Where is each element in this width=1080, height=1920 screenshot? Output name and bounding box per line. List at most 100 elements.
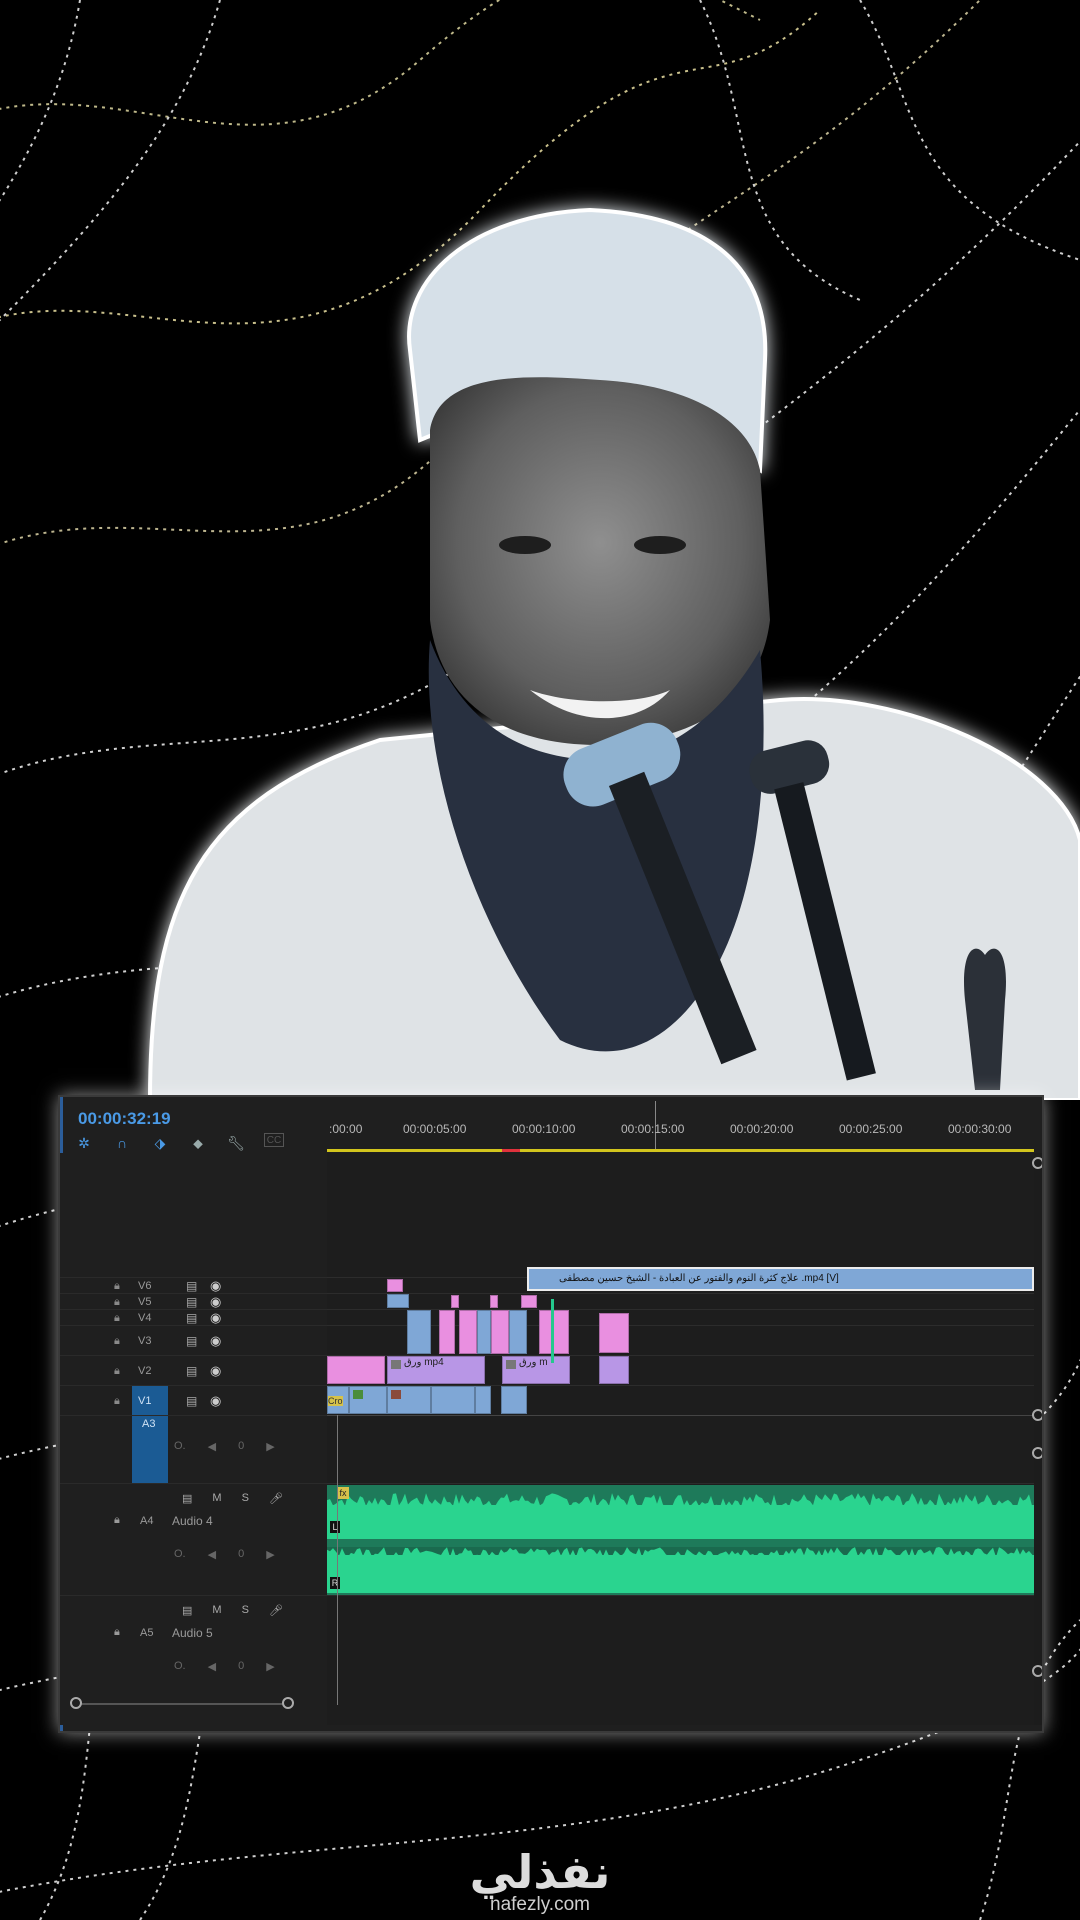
volume-controls[interactable]: O. ◀ 0 ▶ [174,1660,275,1673]
volume-keyframe-icon[interactable]: O. [174,1548,186,1561]
lock-icon[interactable]: 🔒︎ [114,1626,120,1639]
clip-label: ورق mp4 [404,1357,444,1368]
snap-magnet-icon[interactable]: ∩ [112,1133,132,1153]
main-video-clip[interactable]: علاج كثرة النوم والفتور عن العبادة - الش… [527,1267,1034,1291]
eye-icon[interactable]: ◉ [210,1363,221,1379]
video-clip[interactable] [475,1386,491,1414]
captions-icon[interactable]: CC [264,1133,284,1147]
sync-lock-icon[interactable]: ▤ [186,1279,197,1293]
video-clip[interactable] [327,1356,385,1384]
lock-icon[interactable]: 🔒︎ [114,1395,120,1408]
video-clip[interactable]: ورق mp4 [387,1356,485,1384]
eye-icon[interactable]: ◉ [210,1310,221,1326]
horizontal-zoom-scrollbar[interactable] [74,1703,288,1705]
lock-icon[interactable]: 🔒︎ [114,1335,120,1348]
video-clip[interactable] [451,1295,459,1308]
linked-selection-icon[interactable]: ⬗ [150,1133,170,1153]
video-clip[interactable] [599,1356,629,1384]
zoom-knob-right[interactable] [282,1697,294,1709]
track-name: V5 [138,1296,152,1308]
video-clip[interactable] [509,1310,527,1354]
solo-button[interactable]: S [242,1492,249,1505]
video-clip[interactable] [407,1310,431,1354]
lock-icon[interactable]: 🔒︎ [114,1280,120,1293]
clip-label: علاج كثرة النوم والفتور عن العبادة - الش… [559,1273,839,1284]
previous-keyframe-icon[interactable]: ◀ [208,1548,216,1561]
audio-clip-a4[interactable]: fx L R [327,1485,1034,1595]
sync-lock-icon[interactable]: ▤ [186,1394,197,1408]
next-keyframe-icon[interactable]: ▶ [266,1660,274,1673]
sync-lock-icon[interactable]: ▤ [186,1334,197,1348]
video-clip[interactable] [387,1279,403,1292]
track-label[interactable]: Audio 5 [172,1626,213,1640]
track-header-v4[interactable]: 🔒︎ V4 ▤ ◉ [60,1309,327,1326]
video-clip[interactable] [490,1295,498,1308]
audio-clip-marker[interactable] [551,1299,554,1363]
video-clip[interactable]: ورق m [502,1356,570,1384]
scroll-knob[interactable] [1032,1157,1042,1169]
nest-sequence-icon[interactable]: ✲ [74,1133,94,1153]
scroll-knob[interactable] [1032,1447,1042,1459]
sync-lock-icon[interactable]: ▤ [186,1364,197,1378]
sync-lock-icon[interactable]: ▤ [186,1295,197,1309]
zoom-knob-left[interactable] [70,1697,82,1709]
track-header-v3[interactable]: 🔒︎ V3 ▤ ◉ [60,1325,327,1356]
video-clip[interactable] [501,1386,527,1414]
video-clip[interactable] [521,1295,537,1308]
volume-controls[interactable]: O. ◀ 0 ▶ [174,1440,275,1453]
lock-icon[interactable]: 🔒︎ [114,1296,120,1309]
sync-lock-icon[interactable]: ▤ [182,1492,192,1505]
microphone-icon[interactable]: 🎤︎ [269,1604,283,1617]
video-clip[interactable] [491,1310,509,1354]
time-ruler[interactable]: :00:00 00:00:05:00 00:00:10:00 00:00:15:… [327,1097,1034,1153]
video-clip[interactable]: Cro [327,1386,349,1414]
eye-icon[interactable]: ◉ [210,1333,221,1349]
add-marker-icon[interactable]: ⬥ [188,1133,208,1153]
mute-button[interactable]: M [212,1604,221,1617]
lock-icon[interactable]: 🔒︎ [114,1365,120,1378]
track-label[interactable]: Audio 4 [172,1514,213,1528]
track-header-a4[interactable]: ▤ M S 🎤︎ 🔒︎ A4 Audio 4 O. ◀ 0 ▶ [60,1483,327,1596]
vertical-scrollbar[interactable] [1032,1153,1042,1725]
eye-icon[interactable]: ◉ [210,1278,221,1294]
scroll-knob[interactable] [1032,1409,1042,1421]
video-clip[interactable] [431,1386,475,1414]
track-content-area[interactable]: ورق mp4 ورق m Cro علاج كثرة النوم والفتو… [327,1153,1034,1725]
track-header-v6[interactable]: 🔒︎ V6 ▤ ◉ [60,1277,327,1294]
scroll-knob[interactable] [1032,1665,1042,1677]
sync-lock-icon[interactable]: ▤ [186,1311,197,1325]
lock-icon[interactable]: 🔒︎ [114,1514,120,1527]
track-header-a5[interactable]: ▤ M S 🎤︎ 🔒︎ A5 Audio 5 O. ◀ 0 ▶ [60,1595,327,1708]
video-clip[interactable] [387,1294,409,1308]
solo-button[interactable]: S [242,1604,249,1617]
timecode-display[interactable]: 00:00:32:19 [78,1109,171,1129]
sync-lock-icon[interactable]: ▤ [182,1604,192,1617]
mute-button[interactable]: M [212,1492,221,1505]
video-clip[interactable] [439,1310,455,1354]
video-clip[interactable] [477,1310,491,1354]
track-header-a3[interactable]: A3 O. ◀ 0 ▶ [60,1415,327,1484]
eye-icon[interactable]: ◉ [210,1294,221,1310]
clip-label: Cro [328,1396,343,1406]
work-area-bar[interactable] [327,1149,1034,1152]
previous-keyframe-icon[interactable]: ◀ [208,1660,216,1673]
track-header-v5[interactable]: 🔒︎ V5 ▤ ◉ [60,1293,327,1310]
volume-controls[interactable]: O. ◀ 0 ▶ [174,1548,275,1561]
video-clip[interactable] [349,1386,387,1414]
video-clip[interactable] [599,1313,629,1353]
volume-keyframe-icon[interactable]: O. [174,1660,186,1673]
playhead-line[interactable] [337,1415,338,1705]
next-keyframe-icon[interactable]: ▶ [266,1440,274,1453]
track-header-v1[interactable]: 🔒︎ V1 ▤ ◉ [60,1385,327,1416]
video-clip[interactable] [387,1386,431,1414]
lock-icon[interactable]: 🔒︎ [114,1312,120,1325]
track-header-v2[interactable]: 🔒︎ V2 ▤ ◉ [60,1355,327,1386]
volume-keyframe-icon[interactable]: O. [174,1440,186,1453]
previous-keyframe-icon[interactable]: ◀ [208,1440,216,1453]
video-clip[interactable] [539,1310,569,1354]
eye-icon[interactable]: ◉ [210,1393,221,1409]
microphone-icon[interactable]: 🎤︎ [269,1492,283,1505]
video-clip[interactable] [459,1310,477,1354]
next-keyframe-icon[interactable]: ▶ [266,1548,274,1561]
wrench-settings-icon[interactable]: 🔧︎ [226,1133,246,1153]
